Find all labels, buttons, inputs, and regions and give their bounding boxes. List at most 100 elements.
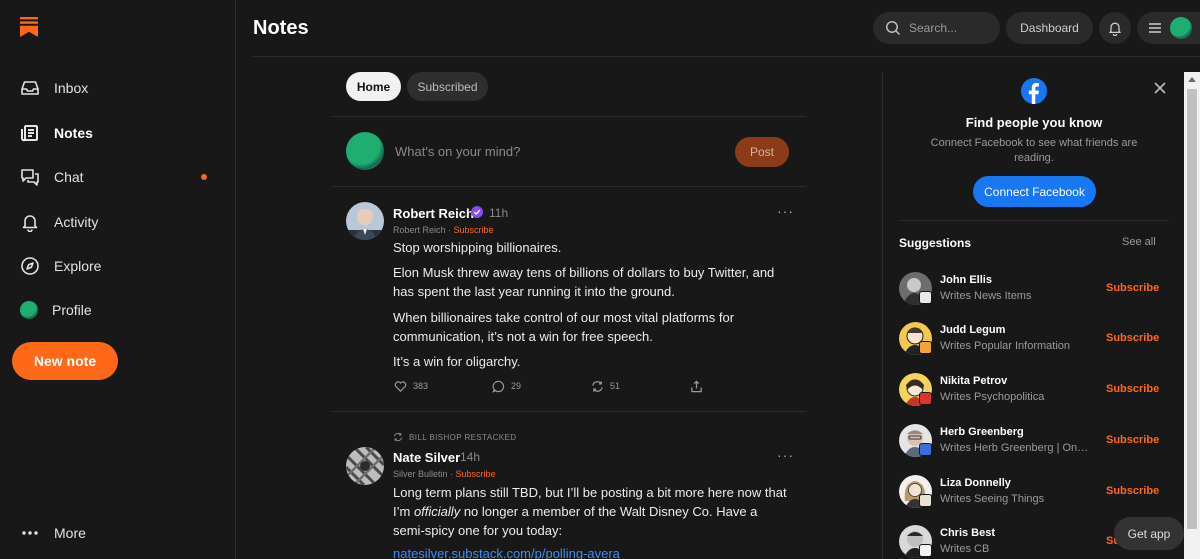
post-options-icon[interactable]: ···	[777, 448, 794, 462]
suggestion-item[interactable]: John Ellis Writes News Items Subscribe	[899, 272, 1169, 310]
suggestion-name: Chris Best	[940, 527, 996, 539]
suggestion-name: Herb Greenberg	[940, 426, 1024, 438]
suggestion-description: Writes Herb Greenberg | On t...	[940, 442, 1090, 454]
subscribe-button[interactable]: Subscribe	[1106, 434, 1159, 446]
restack-indicator: BILL BISHOP RESTACKED	[393, 432, 516, 442]
share-icon	[691, 380, 702, 392]
post-byline: Silver Bulletin · Subscribe	[393, 469, 496, 479]
page-title: Notes	[253, 17, 309, 39]
feed-divider	[331, 116, 806, 117]
scroll-thumb[interactable]	[1187, 89, 1197, 529]
suggestion-name: Liza Donnelly	[940, 477, 1011, 489]
sidebar-item-label: Chat	[54, 169, 84, 185]
post-byline: Robert Reich · Subscribe	[393, 225, 494, 235]
sidebar-item-activity[interactable]: Activity	[20, 210, 216, 234]
comment-icon	[492, 380, 505, 393]
suggestion-name: Nikita Petrov	[940, 375, 1008, 387]
comment-button[interactable]: 29	[492, 378, 521, 394]
post-paragraph: Stop worshipping billionaires.	[393, 240, 562, 255]
post-link[interactable]: natesilver.substack.com/p/polling-avera	[393, 546, 620, 559]
sidebar-item-notes[interactable]: Notes	[20, 121, 216, 145]
subscribe-link[interactable]: Subscribe	[456, 469, 496, 479]
sidebar-item-explore[interactable]: Explore	[20, 254, 216, 278]
suggestion-item[interactable]: Herb Greenberg Writes Herb Greenberg | O…	[899, 424, 1169, 462]
subscribe-button[interactable]: Subscribe	[1106, 485, 1159, 497]
compose-input[interactable]	[395, 144, 715, 159]
share-button[interactable]	[690, 378, 703, 394]
robert-reich-photo	[346, 202, 384, 240]
suggestion-item[interactable]: Liza Donnelly Writes Seeing Things Subsc…	[899, 475, 1169, 513]
author-name[interactable]: Robert Reich	[393, 206, 474, 221]
sidebar-item-more[interactable]: More	[20, 521, 216, 545]
subscribe-button[interactable]: Subscribe	[1106, 332, 1159, 344]
sidebar-item-label: More	[54, 525, 86, 541]
notifications-button[interactable]	[1099, 12, 1131, 44]
hamburger-icon	[1149, 23, 1161, 33]
tab-home[interactable]: Home	[346, 72, 401, 101]
restack-label: BILL BISHOP RESTACKED	[409, 432, 517, 442]
dashboard-button[interactable]: Dashboard	[1006, 12, 1093, 44]
heart-icon	[394, 380, 407, 392]
more-dots-icon	[22, 531, 38, 535]
sidebar-item-label: Activity	[54, 214, 99, 230]
facebook-icon	[1021, 78, 1047, 104]
sidebar-item-chat[interactable]: Chat	[20, 165, 216, 189]
post-button[interactable]: Post	[735, 137, 789, 167]
suggestion-item[interactable]: Nikita Petrov Writes Psychopolitica Subs…	[899, 373, 1169, 411]
post-time: 14h	[460, 450, 481, 464]
author-avatar[interactable]	[346, 202, 384, 240]
new-note-button[interactable]: New note	[12, 342, 118, 380]
suggestions-title: Suggestions	[899, 236, 972, 250]
see-all-link[interactable]: See all	[1122, 236, 1156, 248]
post-paragraph: Elon Musk threw away tens of billions of…	[393, 265, 775, 299]
substack-logo[interactable]	[20, 17, 38, 37]
tab-subscribed[interactable]: Subscribed	[407, 72, 488, 101]
subscribe-button[interactable]: Subscribe	[1106, 282, 1159, 294]
subscribe-button[interactable]: Subscribe	[1106, 383, 1159, 395]
profile-avatar	[20, 301, 38, 319]
post-time: 11h	[489, 206, 509, 220]
compass-icon	[21, 257, 39, 275]
bell-icon	[1109, 22, 1121, 36]
post-paragraph: Long term plans still TBD, but I’ll be p…	[393, 483, 788, 540]
sidebar-item-label: Explore	[54, 258, 102, 274]
subscribe-link[interactable]: Subscribe	[454, 225, 494, 235]
sidebar-item-profile[interactable]: Profile	[20, 298, 216, 322]
right-panel-divider	[882, 72, 883, 559]
publication-badge	[919, 392, 932, 405]
connect-facebook-button[interactable]: Connect Facebook	[973, 176, 1096, 207]
search-input[interactable]	[909, 21, 989, 35]
nate-silver-photo	[346, 447, 384, 485]
author-avatar[interactable]	[346, 447, 384, 485]
get-app-button[interactable]: Get app	[1114, 517, 1184, 550]
suggestion-item[interactable]: Judd Legum Writes Popular Information Su…	[899, 322, 1169, 360]
suggestion-description: Writes Popular Information	[940, 340, 1071, 352]
feed-divider	[331, 186, 806, 187]
post-options-icon[interactable]: ···	[777, 204, 794, 218]
publication-name[interactable]: Silver Bulletin	[393, 469, 448, 479]
suggestion-description: Writes Psychopolitica	[940, 391, 1045, 403]
like-button[interactable]: 383	[394, 378, 428, 394]
restack-icon	[393, 432, 403, 442]
post-paragraph: When billionaires take control of our mo…	[393, 310, 735, 344]
close-icon[interactable]	[1152, 80, 1168, 96]
suggestion-description: Writes CB	[940, 543, 990, 555]
restack-icon	[592, 380, 603, 392]
restack-button[interactable]: 51	[591, 378, 620, 394]
account-menu-button[interactable]	[1137, 12, 1200, 44]
restack-count: 51	[610, 381, 621, 391]
sidebar-item-label: Profile	[52, 302, 92, 318]
publication-name[interactable]: Robert Reich	[393, 225, 446, 235]
suggestion-name: Judd Legum	[940, 324, 1006, 336]
publication-badge	[919, 544, 932, 557]
sidebar-item-label: Notes	[54, 125, 93, 141]
author-name[interactable]: Nate Silver	[393, 450, 460, 465]
publication-badge	[919, 443, 932, 456]
scrollbar[interactable]	[1184, 72, 1200, 559]
search-box[interactable]	[873, 12, 1000, 44]
suggestions-divider	[899, 220, 1169, 221]
user-avatar	[346, 132, 384, 170]
sidebar-item-inbox[interactable]: Inbox	[20, 76, 216, 100]
scroll-up-arrow-icon[interactable]	[1188, 77, 1196, 82]
user-avatar	[1170, 17, 1192, 39]
